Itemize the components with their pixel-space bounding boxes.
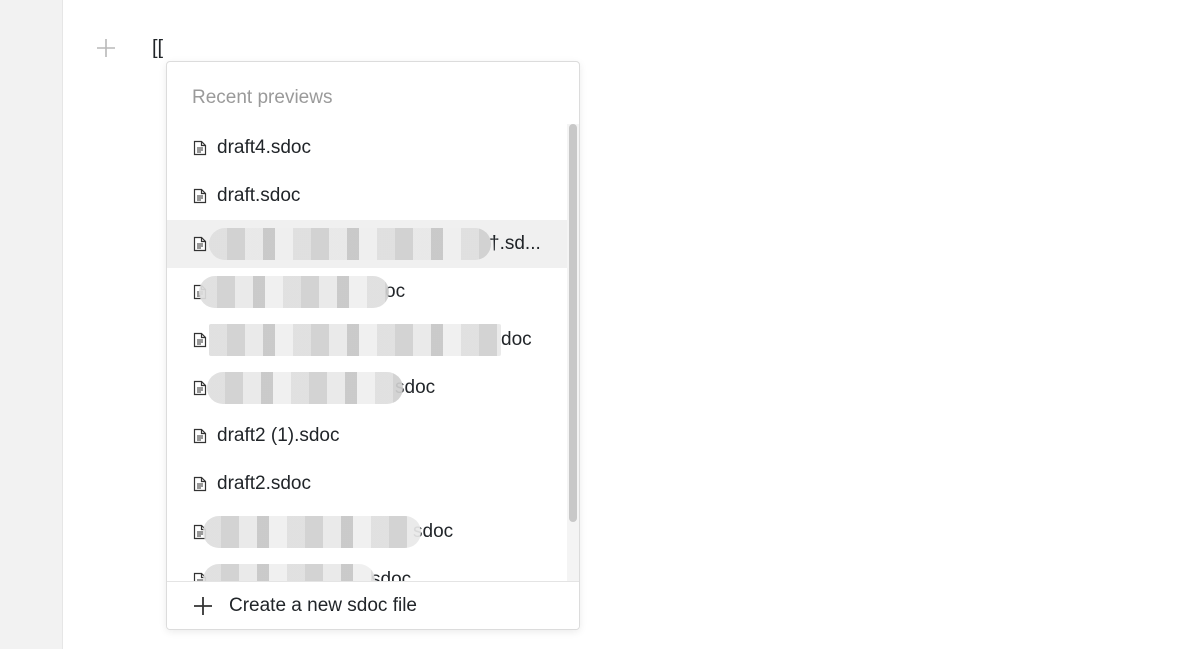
plus-icon — [191, 594, 215, 618]
sdoc-file-icon — [193, 332, 207, 348]
list-item[interactable]: draft.sdoc — [167, 172, 567, 220]
scrollbar-thumb[interactable] — [569, 124, 577, 522]
redacted-filename — [199, 276, 389, 308]
link-suggestion-popup: Recent previews draft4.sdoc draft.sdoc †… — [166, 61, 580, 630]
scrollbar[interactable] — [567, 124, 579, 582]
redacted-filename — [209, 228, 491, 260]
redacted-filename — [209, 324, 501, 356]
list-item-label: †.sd... — [489, 233, 541, 254]
list-item[interactable]: draft2 (1).sdoc — [167, 412, 567, 460]
list-item-label: draft2 (1).sdoc — [217, 425, 340, 446]
recent-files-list[interactable]: draft4.sdoc draft.sdoc †.sd... oc doc sd… — [167, 124, 567, 582]
redacted-filename — [203, 564, 375, 582]
list-item[interactable]: sdoc — [167, 508, 567, 556]
sdoc-file-icon — [193, 188, 207, 204]
left-sidebar-gutter — [0, 0, 63, 649]
sdoc-file-icon — [193, 236, 207, 252]
list-item[interactable]: draft2.sdoc — [167, 460, 567, 508]
list-item-label: draft4.sdoc — [217, 137, 311, 158]
list-item-label: doc — [501, 329, 532, 350]
redacted-filename — [207, 372, 403, 404]
list-item-active[interactable]: †.sd... — [167, 220, 567, 268]
list-item[interactable]: doc — [167, 316, 567, 364]
list-item-label: draft2.sdoc — [217, 473, 311, 494]
sdoc-file-icon — [193, 140, 207, 156]
create-new-sdoc-button[interactable]: Create a new sdoc file — [167, 581, 579, 629]
add-block-plus-icon[interactable] — [94, 36, 118, 60]
sdoc-file-icon — [193, 476, 207, 492]
list-item-label: draft.sdoc — [217, 185, 301, 206]
create-new-sdoc-label: Create a new sdoc file — [229, 594, 417, 616]
typed-text: [[ — [152, 37, 164, 59]
list-item[interactable]: sdoc — [167, 364, 567, 412]
list-item[interactable]: sdoc — [167, 556, 567, 582]
sdoc-file-icon — [193, 428, 207, 444]
popup-header: Recent previews — [192, 87, 333, 108]
redacted-filename — [203, 516, 421, 548]
list-item[interactable]: oc — [167, 268, 567, 316]
sdoc-file-icon — [193, 380, 207, 396]
list-item[interactable]: draft4.sdoc — [167, 124, 567, 172]
